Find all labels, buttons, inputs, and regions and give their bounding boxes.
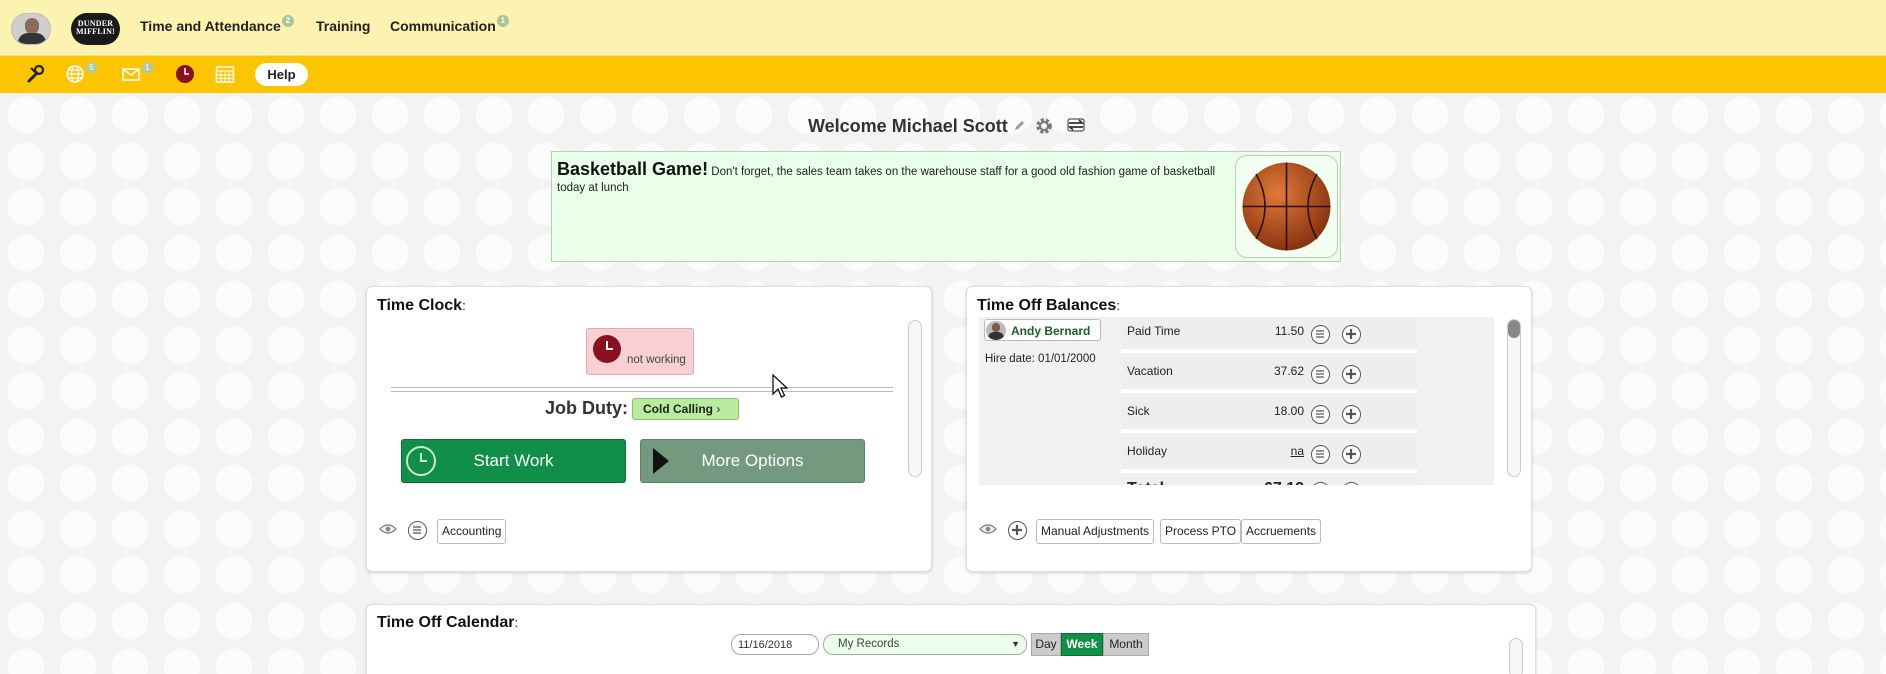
balance-value: 37.62 — [1273, 364, 1304, 378]
add-plus-icon[interactable] — [1342, 325, 1361, 344]
chevron-right-icon: › — [716, 402, 721, 416]
menu-time-and-attendance[interactable]: Time and Attendance 2 — [140, 15, 294, 34]
view-day-button[interactable]: Day — [1031, 633, 1061, 656]
details-list-icon[interactable] — [1311, 365, 1330, 384]
balance-value: na — [1290, 444, 1304, 458]
time-clock-card: Time Clock: not working Job Duty: Cold C… — [366, 286, 932, 572]
time-clock-title: Time Clock: — [377, 297, 466, 314]
balance-name: Vacation — [1127, 364, 1173, 378]
eye-icon[interactable] — [379, 523, 397, 538]
accruements-button[interactable]: Accruements — [1241, 519, 1322, 544]
status-label: not working — [627, 354, 686, 366]
records-select[interactable]: My Records ▼ — [823, 634, 1027, 655]
menu-badge: 2 — [281, 15, 294, 27]
calendar-date-input[interactable] — [731, 634, 819, 655]
menu-label: Training — [316, 18, 371, 34]
calendar-scrollbar[interactable] — [1509, 638, 1523, 674]
chevron-down-icon: ▼ — [1011, 639, 1020, 649]
employee-name: Andy Bernard — [1011, 324, 1091, 338]
manual-adjustments-button[interactable]: Manual Adjustments — [1036, 519, 1155, 544]
calendar-icon[interactable] — [215, 64, 235, 84]
status-clock-icon — [593, 335, 621, 363]
balance-row-sick: Sick 18.00 — [1121, 397, 1417, 433]
announcement-panel: Basketball Game! Don't forget, the sales… — [551, 151, 1341, 262]
add-plus-icon[interactable] — [1342, 445, 1361, 464]
list-icon[interactable] — [408, 521, 427, 540]
view-month-button[interactable]: Month — [1103, 633, 1149, 656]
balance-name: Paid Time — [1127, 324, 1181, 338]
start-work-label: Start Work — [473, 451, 554, 470]
add-plus-icon[interactable] — [1342, 405, 1361, 424]
tools-icon[interactable] — [26, 64, 46, 84]
user-avatar[interactable] — [11, 13, 51, 45]
employee-avatar — [986, 321, 1006, 340]
divider — [391, 387, 893, 388]
balances-panel: Andy Bernard Hire date: 01/01/2000 Paid … — [979, 317, 1494, 507]
more-options-label: More Options — [701, 451, 804, 470]
scrollbar-thumb[interactable] — [1508, 320, 1520, 338]
employee-chip[interactable]: Andy Bernard — [984, 319, 1101, 341]
details-list-icon[interactable] — [1311, 445, 1330, 464]
top-navigation-bar: DUNDER MIFFLIN! Time and Attendance 2 Tra… — [0, 0, 1886, 56]
help-button[interactable]: Help — [255, 63, 308, 86]
switch-account-icon[interactable] — [1066, 117, 1086, 136]
edit-pencil-icon[interactable] — [1013, 120, 1025, 135]
basketball-image — [1235, 155, 1338, 258]
start-work-button[interactable]: Start Work — [401, 439, 626, 483]
mail-badge: 1 — [142, 62, 153, 73]
menu-label: Communication — [390, 18, 496, 34]
time-off-calendar-card: Time Off Calendar: My Records ▼ Day Week… — [366, 604, 1536, 674]
honeycomb-background — [0, 0, 1886, 674]
balance-row-vacation: Vacation 37.62 — [1121, 357, 1417, 393]
globe-badge: 5 — [86, 62, 97, 73]
start-clock-icon — [406, 446, 436, 476]
time-off-balances-card: Time Off Balances: Andy Bernard Hire dat… — [966, 286, 1532, 572]
add-plus-icon[interactable] — [1342, 365, 1361, 384]
time-off-calendar-title: Time Off Calendar: — [377, 614, 519, 631]
divider — [391, 391, 893, 392]
announcement-text: Basketball Game! Don't forget, the sales… — [557, 159, 1217, 196]
balances-footer — [967, 485, 1507, 521]
balance-value: 18.00 — [1273, 404, 1304, 418]
globe-icon[interactable]: 5 — [65, 62, 101, 84]
hire-date: Hire date: 01/01/2000 — [985, 353, 1096, 365]
company-logo[interactable]: DUNDER MIFFLIN! — [71, 13, 120, 45]
announcement-title: Basketball Game! — [557, 159, 709, 179]
clock-icon[interactable] — [175, 64, 195, 84]
time-off-balances-title: Time Off Balances: — [977, 297, 1120, 314]
settings-gear-icon[interactable] — [1034, 116, 1054, 139]
balance-value: 11.50 — [1274, 324, 1304, 338]
add-plus-icon[interactable] — [1008, 521, 1027, 540]
play-icon — [653, 448, 669, 490]
balance-row-paid-time: Paid Time 11.50 — [1121, 317, 1417, 353]
balance-row-holiday: Holiday na — [1121, 437, 1417, 473]
mail-icon[interactable]: 1 — [121, 62, 157, 84]
balances-scrollbar[interactable] — [1507, 319, 1521, 477]
menu-badge: 1 — [496, 15, 509, 27]
job-duty-label: Job Duty: — [545, 398, 628, 418]
balance-name: Sick — [1127, 404, 1150, 418]
details-list-icon[interactable] — [1311, 405, 1330, 424]
eye-icon[interactable] — [979, 523, 997, 538]
menu-communication[interactable]: Communication 1 — [390, 15, 509, 34]
menu-training[interactable]: Training — [316, 18, 370, 34]
welcome-heading: Welcome Michael Scott — [808, 116, 1008, 136]
department-button[interactable]: Accounting — [437, 519, 507, 544]
view-week-button[interactable]: Week — [1061, 633, 1103, 656]
more-options-button[interactable]: More Options — [640, 439, 865, 483]
records-select-value: My Records — [838, 638, 900, 650]
process-pto-button[interactable]: Process PTO — [1160, 519, 1242, 544]
logo-line-2: MIFFLIN! — [76, 27, 115, 36]
job-duty-selector[interactable]: Cold Calling › — [632, 398, 739, 420]
job-duty-value: Cold Calling — [643, 402, 713, 416]
status-indicator: not working — [586, 328, 694, 375]
time-clock-scrollbar[interactable] — [908, 320, 922, 477]
mouse-cursor — [772, 373, 789, 403]
balance-name: Holiday — [1127, 444, 1168, 458]
details-list-icon[interactable] — [1311, 325, 1330, 344]
menu-label: Time and Attendance — [140, 18, 281, 34]
